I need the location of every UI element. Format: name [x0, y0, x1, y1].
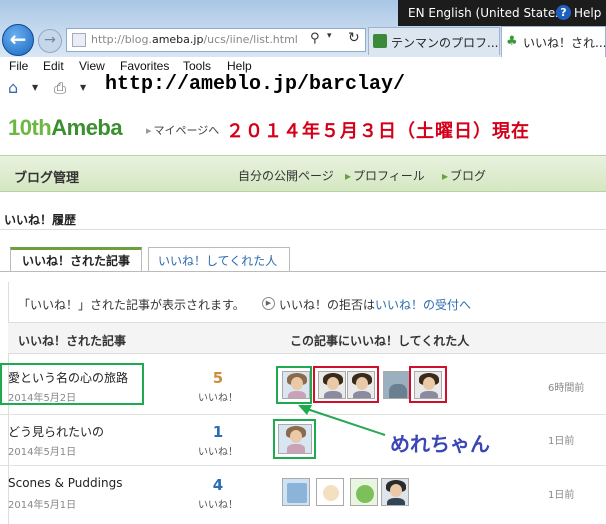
info-text: 「いいね！」された記事が表示されます。 — [18, 298, 245, 312]
divider — [0, 229, 606, 230]
highlight-box — [409, 366, 447, 403]
like-count: 5 — [212, 369, 224, 387]
highlight-box — [0, 363, 144, 405]
tab-liked-by-people-label[interactable]: いいね！してくれた人 — [158, 252, 277, 269]
menu-file[interactable]: File — [9, 59, 28, 73]
like-count: 1 — [212, 423, 224, 441]
play-circle-icon: ▶ — [262, 297, 275, 310]
help-icon[interactable]: ? — [556, 5, 571, 20]
menu-edit[interactable]: Edit — [43, 59, 64, 73]
refresh-icon[interactable]: ↻ — [348, 30, 360, 46]
overlay-blog-url: http://ameblo.jp/barclay/ — [105, 73, 406, 96]
menu-favorites[interactable]: Favorites — [120, 59, 169, 73]
column-header-articles: いいね！された記事 — [18, 334, 127, 348]
blog-management-title[interactable]: ブログ管理 — [14, 167, 79, 186]
print-dropdown-icon[interactable]: ▼ — [80, 83, 86, 92]
reception-settings-link[interactable]: いいね！の受付へ — [375, 298, 471, 312]
browser-tab-label[interactable]: いいね！され... — [523, 34, 605, 51]
tab-favicon-icon — [373, 34, 387, 48]
language-indicator[interactable]: EN English (United States) — [408, 6, 566, 20]
time-ago: 6時間前 — [548, 383, 585, 394]
body-shape — [287, 483, 307, 503]
tab-liked-articles-label[interactable]: いいね！された記事 — [22, 252, 130, 269]
home-icon[interactable]: ⌂ — [8, 80, 26, 96]
article-date: 2014年5月1日 — [8, 447, 77, 458]
refuse-note: いいね！の拒否はいいね！の受付へ — [279, 298, 472, 312]
avatar[interactable] — [350, 478, 378, 506]
page-title: いいね！履歴 — [4, 213, 77, 227]
browser-tab-label[interactable]: テンマンのプロフ... — [391, 34, 499, 51]
menu-tools[interactable]: Tools — [183, 59, 211, 73]
clover-icon: ♣ — [506, 34, 518, 49]
mypage-link[interactable]: マイページへ — [146, 122, 220, 138]
menu-view[interactable]: View — [79, 59, 105, 73]
avatar[interactable] — [316, 478, 344, 506]
site-favicon-icon — [72, 33, 86, 47]
print-icon[interactable]: ⎙ — [54, 80, 72, 96]
divider — [0, 271, 606, 272]
face-shape — [356, 485, 374, 503]
search-icon[interactable]: ⚲ — [310, 31, 326, 47]
public-page-link[interactable]: 自分の公開ページ — [238, 167, 334, 184]
menu-help[interactable]: Help — [227, 59, 252, 73]
like-unit: いいね！ — [198, 500, 238, 511]
back-button[interactable]: ← — [2, 24, 34, 56]
face-shape — [390, 484, 402, 497]
profile-link[interactable]: プロフィール — [345, 167, 425, 184]
arrow-shaft — [303, 407, 386, 436]
date-annotation: ２０１４年５月３日（土曜日）現在 — [226, 121, 530, 142]
time-ago: 1日前 — [548, 490, 575, 501]
home-dropdown-icon[interactable]: ▼ — [32, 83, 38, 92]
row-divider — [0, 465, 606, 466]
article-title-link[interactable]: Scones & Puddings — [8, 476, 122, 490]
ameba-logo[interactable]: 10thAmeba — [8, 115, 123, 141]
time-ago: 1日前 — [548, 436, 575, 447]
article-title-link[interactable]: どう見られたいの — [8, 423, 104, 440]
like-unit: いいね！ — [198, 447, 238, 458]
like-unit: いいね！ — [198, 393, 238, 404]
avatar[interactable] — [282, 478, 310, 506]
blog-link[interactable]: ブログ — [442, 167, 486, 184]
column-header-people: この記事にいいね！してくれた人 — [290, 334, 470, 348]
avatar[interactable] — [381, 478, 409, 506]
url-text[interactable]: http://blog.ameba.jp/ucs/iine/list.html — [91, 33, 298, 46]
help-link[interactable]: Help — [574, 6, 601, 20]
annotation-label: めれちゃん — [390, 432, 490, 456]
face-shape — [323, 485, 339, 501]
forward-button[interactable]: → — [38, 29, 62, 53]
address-dropdown-icon[interactable]: ▾ — [327, 31, 332, 41]
article-date: 2014年5月1日 — [8, 500, 77, 511]
body-shape — [387, 498, 405, 505]
like-count: 4 — [212, 476, 224, 494]
